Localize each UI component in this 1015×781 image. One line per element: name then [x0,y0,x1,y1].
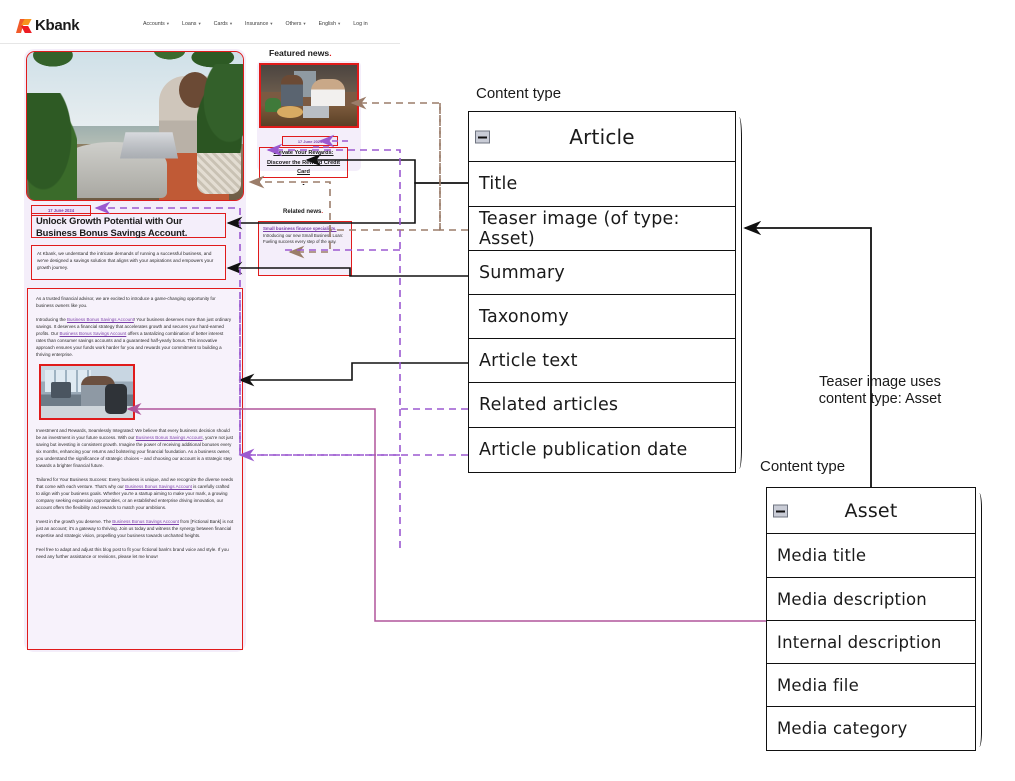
chevron-down-icon: ▾ [198,21,201,26]
collapse-icon[interactable] [475,130,490,144]
kbank-logo-text: Kbank [35,17,80,34]
article-paragraph: Feel free to adapt and adjust this blog … [36,547,229,559]
chevron-down-icon: ▾ [166,21,170,26]
article-paragraph: Invest in the growth you deserve. The Bu… [36,519,234,538]
hero-summary: At Kbank, we understand the intricate de… [31,245,226,280]
article-content-type-label: Content type [476,85,562,102]
site-navigation-bar: Kbank Accounts ▾ Loans ▾ Cards ▾ Insurance ▾… [0,0,400,44]
box-sketch-edge [975,493,982,748]
nav-item-login[interactable]: Log in [353,21,367,27]
article-field-summary[interactable]: Summary [468,249,736,296]
article-field-taxonomy[interactable]: Taxonomy [468,294,736,341]
article-field-teaser-image[interactable]: Teaser image (of type: Asset) [468,205,736,252]
asset-field-media-description[interactable]: Media description [766,576,976,622]
article-inline-link[interactable]: Business Bonus Savings Account [136,435,203,440]
nav-item-accounts[interactable]: Accounts ▾ [143,21,169,27]
hero-article-text: As a trusted financial advisor, we are e… [27,288,243,650]
chevron-down-icon: ▾ [303,21,306,26]
asset-field-media-file[interactable]: Media file [766,663,976,709]
asset-field-media-category[interactable]: Media category [766,706,976,752]
article-inline-link[interactable]: Business Bonus Savings Account [67,317,134,322]
box-sketch-edge [735,117,742,469]
asset-content-type-box: Asset Media title Media description Inte… [766,487,982,752]
asset-field-media-title[interactable]: Media title [766,533,976,579]
article-inline-link[interactable]: Business Bonus Savings Account [112,519,179,524]
chevron-down-icon: ▾ [270,21,273,26]
article-paragraph: Investment and Rewards, Seamlessly Integ… [36,428,233,468]
article-field-related-articles[interactable]: Related articles [468,382,736,429]
article-paragraph: Introducing the Business Bonus Savings A… [36,317,232,357]
asset-box-header: Asset [766,487,976,536]
nav-item-cards[interactable]: Cards ▾ [214,21,232,27]
hero-title: Unlock Growth Potential with Our Busines… [31,213,226,238]
featured-news-teaser-image [259,63,359,128]
article-content-type-box: Article Title Teaser image (of type: Ass… [468,111,742,473]
asset-content-type-label: Content type [760,458,846,475]
nav-items: Accounts ▾ Loans ▾ Cards ▾ Insurance ▾ Other… [143,21,368,27]
nav-item-insurance[interactable]: Insurance ▾ [245,21,272,27]
kbank-logo-icon [15,18,32,33]
article-inline-link[interactable]: Business Bonus Savings Account [60,331,127,336]
featured-news-date: 17 June 2024 [282,136,338,146]
article-field-article-text[interactable]: Article text [468,338,736,385]
related-news-item-body: Introducing our new Small Business Loan:… [263,233,344,245]
nav-item-others[interactable]: Others ▾ [286,21,306,27]
collapse-icon[interactable] [773,504,788,518]
chevron-down-icon: ▾ [229,21,233,26]
article-paragraph: As a trusted financial advisor, we are e… [36,296,216,308]
teaser-image-note: Teaser image uses content type: Asset [818,374,942,407]
inline-article-image [39,364,135,420]
related-news-item: Small business finance specialists. Intr… [258,221,352,276]
article-inline-link[interactable]: Business Bonus Savings Account [125,484,192,489]
article-field-title[interactable]: Title [468,161,736,208]
diagram-canvas: Kbank Accounts ▾ Loans ▾ Cards ▾ Insurance ▾… [0,0,1015,781]
article-paragraph: Tailored for Your Business Success: Ever… [36,477,234,510]
related-news-item-title[interactable]: Small business finance specialists. [263,226,347,231]
nav-item-loans[interactable]: Loans ▾ [182,21,201,27]
related-news-heading: Related news. [283,209,324,215]
hero-teaser-image [26,51,244,201]
article-box-header: Article [468,111,736,164]
featured-news-heading: Featured news. [269,48,332,58]
article-field-publication-date[interactable]: Article publication date [468,426,736,473]
chevron-down-icon: ▾ [338,21,341,26]
kbank-logo[interactable]: Kbank [15,17,80,34]
article-type-name: Article [569,125,635,150]
featured-news-headline[interactable]: Elevate Your Rewards: Discover the Rewar… [259,147,348,185]
asset-field-internal-description[interactable]: Internal description [766,619,976,665]
website-mockup: Kbank Accounts ▾ Loans ▾ Cards ▾ Insurance ▾… [0,0,400,660]
nav-item-english[interactable]: English ▾ [319,21,341,27]
asset-type-name: Asset [844,500,898,523]
